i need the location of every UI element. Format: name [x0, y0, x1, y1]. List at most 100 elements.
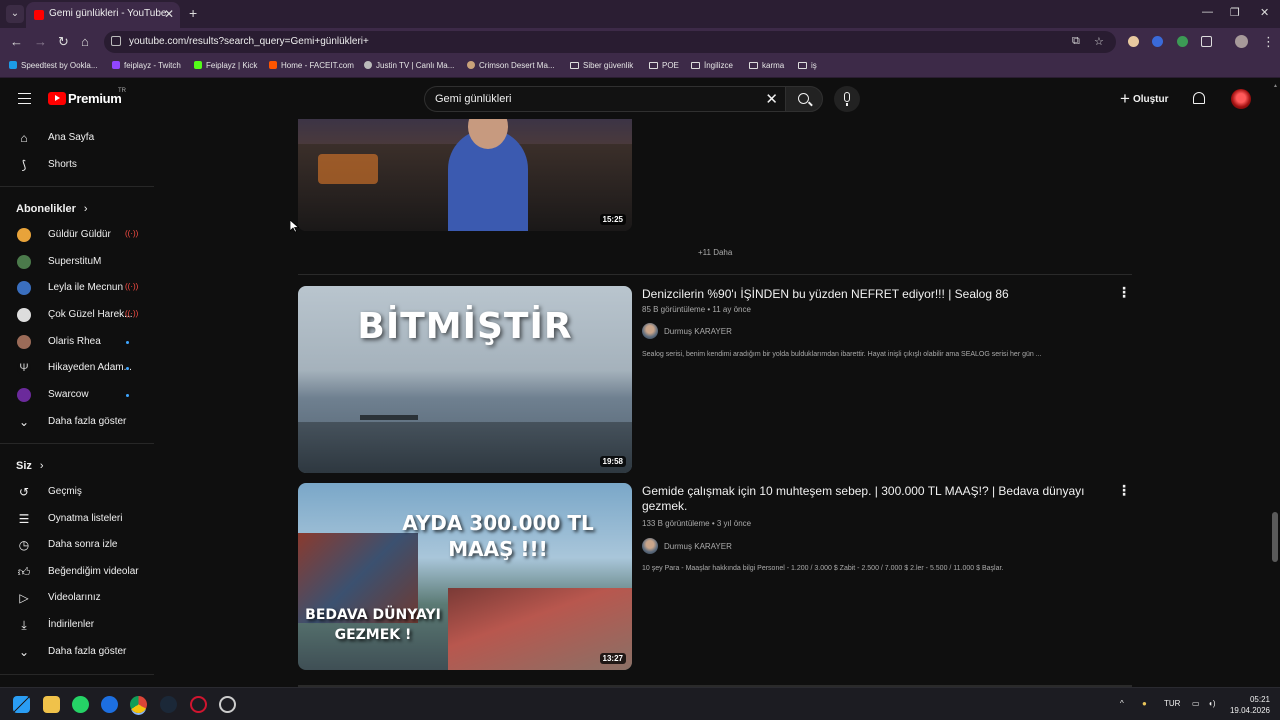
forward-icon[interactable]: → — [34, 34, 47, 49]
search-input[interactable]: Gemi günlükleri ✕ — [424, 86, 786, 112]
subscription-item[interactable]: Leyla ile Mecnun ((·)) — [0, 275, 154, 301]
bookmark-folder[interactable]: iş — [798, 61, 817, 70]
reload-icon[interactable]: ↻ — [58, 34, 69, 50]
new-tab-icon[interactable]: + — [189, 5, 197, 21]
sidebar-item-shorts[interactable]: ⟆ Shorts — [0, 152, 154, 178]
sidebar-item-downloads[interactable]: ⤓ İndirilenler — [0, 612, 154, 638]
channel-avatar — [17, 335, 31, 349]
subscription-item[interactable]: Swarcow — [0, 382, 154, 408]
subscription-item[interactable]: Güldür Güldür ((·)) — [0, 222, 154, 248]
video-thumbnail[interactable]: BİTMİŞTİR 19:58 — [298, 286, 632, 473]
scrollbar-thumb[interactable] — [1272, 512, 1278, 562]
tray-overflow-icon[interactable]: ^ — [1120, 699, 1124, 708]
subscription-item[interactable]: Ψ Hikayeden Adam... — [0, 355, 154, 381]
new-content-dot — [126, 367, 129, 370]
extension-icon[interactable] — [1177, 36, 1188, 47]
extension-icon[interactable] — [1152, 36, 1163, 47]
bookmark-folder[interactable]: karma — [749, 61, 784, 70]
account-avatar[interactable] — [1231, 89, 1251, 109]
close-tab-icon[interactable]: ✕ — [164, 7, 174, 21]
whatsapp-icon[interactable] — [72, 696, 89, 713]
youtube-favicon-icon — [34, 10, 44, 20]
clock[interactable]: 05:21 19.04.2026 — [1226, 694, 1270, 716]
site-info-icon[interactable] — [111, 36, 121, 46]
install-app-icon[interactable]: ⧉ — [1072, 35, 1080, 48]
tab-youtube[interactable]: Gemi günlükleri - YouTube ✕ — [26, 2, 180, 28]
bookmark-folder[interactable]: İngilizce — [691, 61, 733, 70]
youtube-logo-icon[interactable] — [48, 92, 66, 105]
you-heading[interactable]: Siz › — [16, 460, 44, 472]
voice-search-button[interactable] — [834, 86, 860, 112]
bookmark-folder[interactable]: Siber güvenlik — [570, 61, 633, 70]
network-icon[interactable]: ▭ — [1192, 699, 1200, 708]
microphone-icon[interactable]: ● — [1142, 699, 1147, 708]
show-more-label: Daha fazla göster — [48, 416, 127, 427]
bookmark-item[interactable]: Home - FACEIT.com — [269, 61, 354, 70]
history-icon: ↺ — [18, 485, 30, 499]
bookmark-item[interactable]: feiplayz - Twitch — [112, 61, 181, 70]
address-bar[interactable]: youtube.com/results?search_query=Gemi+gü… — [104, 31, 1116, 53]
sidebar-item-liked-videos[interactable]: 👍︎ Beğendiğim videolar — [0, 559, 154, 585]
home-icon[interactable]: ⌂ — [81, 34, 89, 49]
input-language[interactable]: TUR — [1164, 699, 1180, 708]
sidebar-item-history[interactable]: ↺ Geçmiş — [0, 479, 154, 505]
extension-icon[interactable] — [1128, 36, 1139, 47]
page-scrollbar[interactable]: ▲ — [1271, 79, 1280, 687]
live-icon: ((·)) — [125, 309, 139, 318]
restore-icon[interactable]: ❐ — [1230, 6, 1240, 19]
sidebar-item-your-videos[interactable]: ▷ Videolarınız — [0, 585, 154, 611]
show-more-subscriptions[interactable]: ⌄ Daha fazla göster — [0, 409, 154, 435]
sidebar-item-playlists[interactable]: ☰ Oynatma listeleri — [0, 506, 154, 532]
bookmark-item[interactable]: Speedtest by Ookla... — [9, 61, 98, 70]
file-explorer-icon[interactable] — [43, 696, 60, 713]
profile-avatar[interactable] — [1235, 35, 1248, 48]
sidebar-item-show-more[interactable]: ⌄ Daha fazla göster — [0, 639, 154, 665]
sidebar-item-watch-later[interactable]: ◷ Daha sonra izle — [0, 532, 154, 558]
subscription-item[interactable]: Çok Güzel Harek... ((·)) — [0, 302, 154, 328]
sidebar-item-label: Beğendiğim videolar — [48, 566, 139, 577]
subscription-item[interactable]: Olaris Rhea — [0, 329, 154, 355]
notifications-bell-icon[interactable] — [1193, 92, 1205, 104]
subscriptions-heading[interactable]: Abonelikler › — [16, 203, 88, 215]
search-button[interactable] — [785, 86, 823, 112]
channel-name: Güldür Güldür — [48, 229, 111, 240]
create-button[interactable]: + Oluştur — [1120, 89, 1169, 109]
volume-icon[interactable]: ◖) — [1208, 699, 1216, 708]
sidebar-item-home[interactable]: ⌂ Ana Sayfa — [0, 125, 154, 151]
close-window-icon[interactable]: ✕ — [1260, 6, 1269, 19]
bookmark-star-icon[interactable]: ☆ — [1094, 35, 1104, 48]
bookmark-label: Feiplayz | Kick — [206, 61, 258, 70]
video-title[interactable]: Gemide çalışmak için 10 muhteşem sebep. … — [642, 484, 1112, 514]
more-actions-icon[interactable]: ⋮ — [1117, 284, 1131, 301]
video-title[interactable]: Denizcilerin %90'ı İŞİNDEN bu yüzden NEF… — [642, 287, 1112, 302]
video-thumbnail[interactable]: 15:25 — [298, 119, 632, 231]
menu-icon[interactable] — [18, 93, 31, 104]
bookmark-item[interactable]: Justin TV | Canlı Ma... — [364, 61, 454, 70]
back-icon[interactable]: ← — [10, 34, 23, 49]
app-icon[interactable] — [101, 696, 118, 713]
scroll-up-icon[interactable]: ▲ — [1273, 83, 1278, 89]
windows-start-icon[interactable] — [13, 696, 30, 713]
menu-dots-icon[interactable]: ⋮ — [1262, 34, 1275, 50]
video-thumbnail[interactable]: AYDA 300.000 TL MAAŞ !!! BEDAVA DÜNYAYI … — [298, 483, 632, 670]
bookmark-item[interactable]: Feiplayz | Kick — [194, 61, 257, 70]
clear-search-icon[interactable]: ✕ — [765, 90, 778, 108]
more-actions-icon[interactable]: ⋮ — [1117, 482, 1131, 499]
app-icon[interactable] — [219, 696, 236, 713]
channel-avatar: Ψ — [17, 361, 31, 375]
tab-search-chevron-icon[interactable]: ⌄ — [6, 5, 24, 23]
bookmark-folder[interactable]: POE — [649, 61, 679, 70]
bookmark-item[interactable]: Crimson Desert Ma... — [467, 61, 555, 70]
steam-icon[interactable] — [160, 696, 177, 713]
opera-icon[interactable] — [190, 696, 207, 713]
show-more-results[interactable]: +11 Daha — [698, 248, 732, 257]
chevron-down-icon: ⌄ — [18, 645, 30, 659]
create-label: Oluştur — [1132, 94, 1169, 105]
brand-name[interactable]: Premium — [68, 91, 122, 106]
minimize-icon[interactable]: — — [1202, 6, 1213, 18]
chrome-icon[interactable] — [130, 696, 147, 713]
subscription-item[interactable]: SuperstituM — [0, 249, 154, 275]
channel-avatar — [17, 281, 31, 295]
extensions-puzzle-icon[interactable] — [1201, 36, 1212, 47]
video-duration: 13:27 — [599, 653, 626, 664]
